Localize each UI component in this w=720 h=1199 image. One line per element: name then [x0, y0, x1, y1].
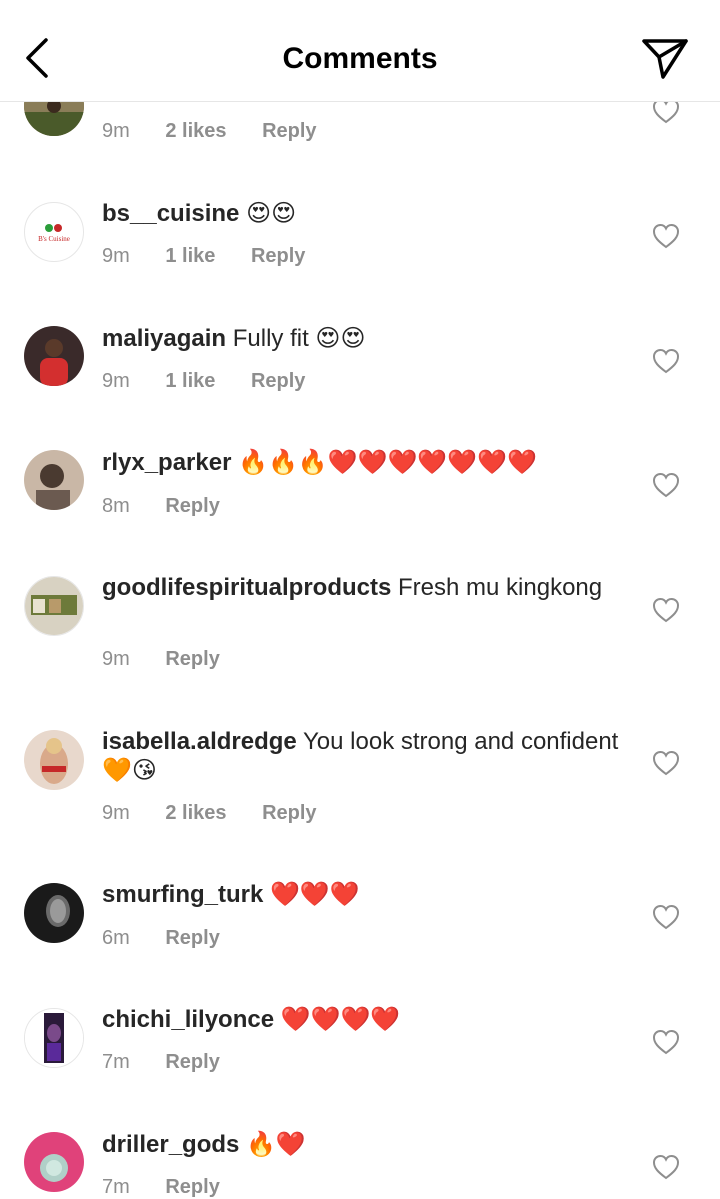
- comment-meta: 8m Reply: [102, 495, 250, 518]
- comment-text: isabella.aldredge You look strong and co…: [102, 727, 622, 785]
- comment-text: rlyx_parker 🔥🔥🔥❤️❤️❤️❤️❤️❤️❤️: [102, 448, 622, 477]
- avatar[interactable]: [24, 883, 84, 943]
- reply-button[interactable]: Reply: [165, 1051, 219, 1074]
- reply-button[interactable]: Reply: [262, 802, 316, 825]
- reply-button[interactable]: Reply: [165, 495, 219, 518]
- avatar[interactable]: B's Cuisine: [24, 202, 84, 262]
- comment-time: 9m: [102, 245, 130, 267]
- header-bar: Comments: [0, 0, 720, 102]
- comment-username[interactable]: isabella.aldredge: [102, 728, 297, 755]
- comment-likes[interactable]: 1 like: [165, 245, 215, 268]
- heart-icon[interactable]: [652, 597, 680, 623]
- comment-username[interactable]: driller_gods: [102, 1131, 239, 1158]
- comment-text: smurfing_turk ❤️❤️❤️: [102, 880, 622, 909]
- heart-icon[interactable]: [652, 1029, 680, 1055]
- comment-time: 9m: [102, 648, 130, 670]
- paper-plane-icon: [642, 39, 688, 79]
- comments-list[interactable]: 9m 2 likes Reply B's Cuisine bs__cuisine…: [0, 0, 720, 1199]
- avatar[interactable]: [24, 1132, 84, 1192]
- comment-time: 8m: [102, 495, 130, 517]
- heart-icon[interactable]: [652, 223, 680, 249]
- comment-time: 9m: [102, 120, 130, 142]
- comment-username[interactable]: rlyx_parker: [102, 449, 231, 476]
- heart-icon[interactable]: [652, 348, 680, 374]
- comment-username[interactable]: chichi_lilyonce: [102, 1006, 274, 1033]
- avatar[interactable]: [24, 326, 84, 386]
- comment-username[interactable]: smurfing_turk: [102, 881, 263, 908]
- comment-likes[interactable]: 2 likes: [165, 802, 226, 825]
- comment-time: 7m: [102, 1176, 130, 1198]
- comment-text: driller_gods 🔥❤️: [102, 1130, 622, 1159]
- heart-icon[interactable]: [652, 904, 680, 930]
- comment-emojis: 🧡😘: [102, 757, 157, 784]
- comment-emojis: ❤️❤️❤️❤️: [280, 1006, 401, 1033]
- comment-time: 6m: [102, 927, 130, 949]
- comment-time: 9m: [102, 370, 130, 392]
- comment-text: chichi_lilyonce ❤️❤️❤️❤️: [102, 1005, 622, 1034]
- bs-logo-text: B's Cuisine: [38, 235, 70, 243]
- comment-text: bs__cuisine 😍😍: [102, 199, 622, 228]
- comment-meta: 9m 1 like Reply: [102, 370, 335, 393]
- reply-button[interactable]: Reply: [165, 648, 219, 671]
- comment-meta: 7m Reply: [102, 1176, 250, 1199]
- comment-username[interactable]: bs__cuisine: [102, 200, 239, 227]
- comment-text: goodlifespiritualproducts Fresh mu kingk…: [102, 573, 622, 602]
- comment-username[interactable]: goodlifespiritualproducts: [102, 574, 391, 601]
- comment-emojis: 🔥❤️: [246, 1131, 306, 1158]
- comment-body: Fresh mu kingkong: [398, 574, 603, 601]
- reply-button[interactable]: Reply: [165, 1176, 219, 1199]
- avatar[interactable]: [24, 730, 84, 790]
- avatar[interactable]: [24, 450, 84, 510]
- heart-icon[interactable]: [652, 472, 680, 498]
- comment-body: Fully fit: [232, 325, 309, 352]
- comment-time: 9m: [102, 802, 130, 824]
- reply-button[interactable]: Reply: [165, 927, 219, 950]
- comment-emojis: 🔥🔥🔥❤️❤️❤️❤️❤️❤️❤️: [238, 449, 537, 476]
- comment-likes[interactable]: 2 likes: [165, 120, 226, 143]
- comment-emojis: ❤️❤️❤️: [270, 881, 360, 908]
- comment-meta: 9m 1 like Reply: [102, 245, 335, 268]
- comment-username[interactable]: maliyagain: [102, 325, 226, 352]
- avatar[interactable]: [24, 576, 84, 636]
- comment-time: 7m: [102, 1051, 130, 1073]
- comment-meta: 7m Reply: [102, 1051, 250, 1074]
- comment-meta: 6m Reply: [102, 927, 250, 950]
- reply-button[interactable]: Reply: [262, 120, 316, 143]
- comment-text: maliyagain Fully fit 😍😍: [102, 324, 622, 353]
- heart-icon[interactable]: [652, 1154, 680, 1180]
- comment-body: You look strong and confident: [303, 728, 619, 755]
- comment-meta: 9m 2 likes Reply: [102, 120, 347, 143]
- heart-icon[interactable]: [652, 750, 680, 776]
- comment-emojis: 😍😍: [315, 325, 366, 352]
- reply-button[interactable]: Reply: [251, 370, 305, 393]
- avatar[interactable]: [24, 1008, 84, 1068]
- comment-likes[interactable]: 1 like: [165, 370, 215, 393]
- page-title: Comments: [282, 42, 438, 75]
- share-button[interactable]: [640, 36, 690, 82]
- comment-emojis: 😍😍: [246, 200, 297, 227]
- reply-button[interactable]: Reply: [251, 245, 305, 268]
- comment-meta: 9m Reply: [102, 648, 250, 671]
- comment-meta: 9m 2 likes Reply: [102, 802, 347, 825]
